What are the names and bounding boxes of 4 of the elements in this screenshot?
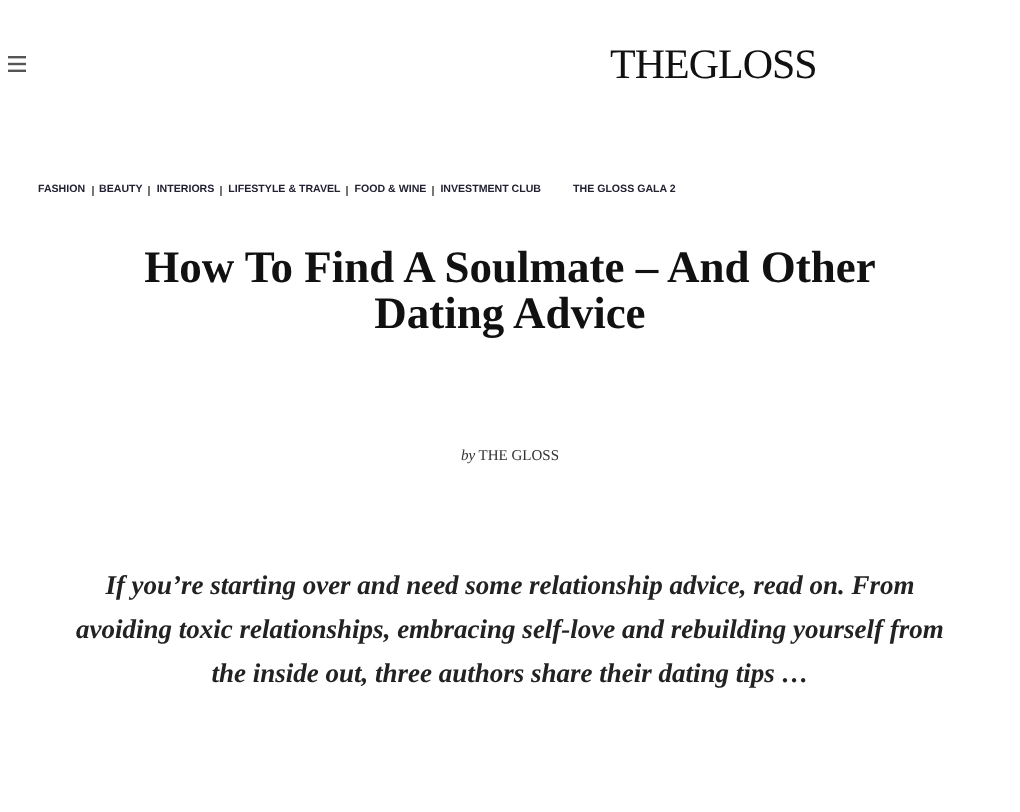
menu-icon[interactable] [8,56,26,72]
site-logo[interactable]: THEGLOSS [610,39,817,89]
article-title: How To Find A Soulmate – And Other Dating Advice [142,244,878,336]
article-excerpt: If you’re starting over and need some relationship advice, read on. From avoiding toxic relationships, embracing self-love and rebuilding yourself from the inside out, three authors share their dating tips … [74,568,946,692]
